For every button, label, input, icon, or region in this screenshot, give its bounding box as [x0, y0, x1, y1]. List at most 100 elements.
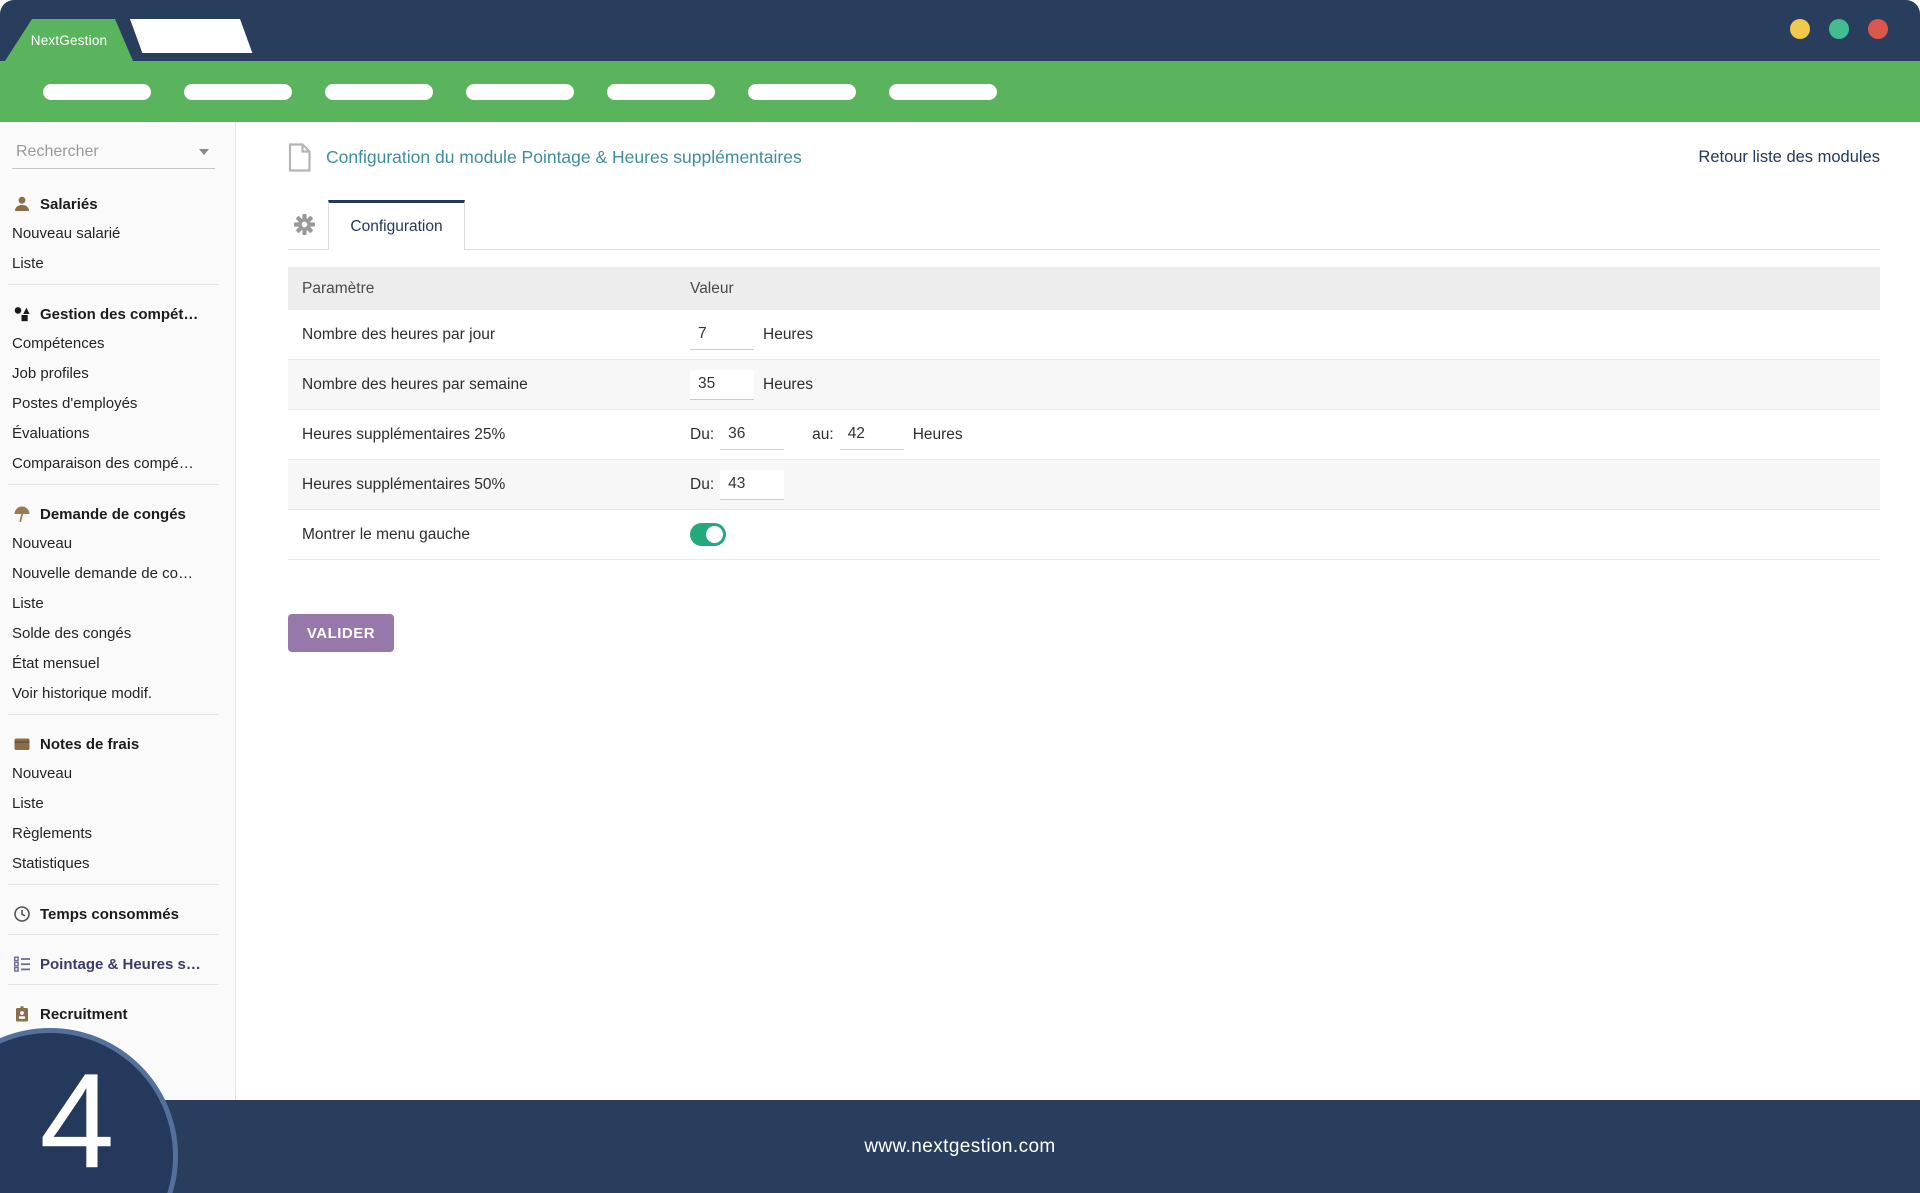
table-row: Nombre des heures par jour Heures: [288, 310, 1880, 360]
table-row: Montrer le menu gauche: [288, 510, 1880, 560]
tab-configuration[interactable]: Configuration: [328, 200, 465, 250]
clock-icon: [12, 905, 31, 924]
sidebar-item[interactable]: Liste: [12, 249, 235, 279]
sidebar-section-label: Recruitment: [40, 1005, 128, 1023]
sidebar-item[interactable]: Nouveau: [12, 759, 235, 789]
param-label: Nombre des heures par jour: [302, 325, 495, 343]
param-label: Heures supplémentaires 25%: [302, 425, 506, 443]
table-header: Paramètre Valeur: [288, 267, 1880, 310]
sidebar-item[interactable]: Statistiques: [12, 849, 235, 879]
menu-pill[interactable]: [184, 83, 292, 100]
sidebar-section-label: Demande de congés: [40, 505, 186, 523]
brand-logo[interactable]: NextGestion: [5, 19, 133, 61]
overtime50-from-input[interactable]: [720, 469, 785, 500]
page-number: 4: [39, 1045, 115, 1193]
toggle-knob: [706, 526, 723, 543]
menu-pill[interactable]: [325, 83, 433, 100]
sidebar-divider: [8, 934, 219, 935]
sidebar-item[interactable]: Postes d'employés: [12, 389, 235, 419]
sidebar-item[interactable]: Évaluations: [12, 419, 235, 449]
main-menubar: [0, 61, 1920, 122]
umbrella-icon: [12, 505, 31, 524]
column-header-parametre: Paramètre: [302, 279, 375, 297]
sidebar-section-label: Pointage & Heures s…: [40, 955, 201, 973]
chevron-down-icon: [199, 149, 209, 155]
window-dot-red[interactable]: [1868, 19, 1888, 39]
hours-per-week-input[interactable]: [690, 369, 754, 400]
sidebar-item[interactable]: Nouveau: [12, 529, 235, 559]
overtime25-from-input[interactable]: [720, 419, 785, 450]
menu-pill[interactable]: [748, 83, 856, 100]
window-dot-teal[interactable]: [1829, 19, 1849, 39]
person-icon: [12, 195, 31, 214]
sidebar-divider: [8, 284, 219, 285]
unit-label: Heures: [763, 375, 813, 393]
sidebar-section-recruitment[interactable]: Recruitment: [12, 999, 235, 1029]
gear-icon: [293, 213, 316, 236]
sidebar-item[interactable]: État mensuel: [12, 649, 235, 679]
sidebar-item[interactable]: Règlements: [12, 819, 235, 849]
sidebar-section-pointage[interactable]: Pointage & Heures s…: [12, 949, 235, 979]
valider-button[interactable]: VALIDER: [288, 614, 394, 652]
menu-pill[interactable]: [466, 83, 574, 100]
sidebar-divider: [8, 714, 219, 715]
sidebar-divider: [8, 884, 219, 885]
sidebar-item[interactable]: Solde des congés: [12, 619, 235, 649]
sidebar-section-label: Notes de frais: [40, 735, 140, 753]
top-navbar: NextGestion: [0, 0, 1920, 61]
wallet-icon: [12, 735, 31, 754]
sidebar-item[interactable]: Voir historique modif.: [12, 679, 235, 709]
unit-label: Heures: [763, 325, 813, 343]
sidebar-item[interactable]: Nouvelle demande de co…: [12, 559, 235, 589]
sidebar: Rechercher Salariés Nouveau salarié List…: [0, 122, 236, 1100]
menu-pill[interactable]: [43, 83, 151, 100]
sidebar-item[interactable]: Compétences: [12, 329, 235, 359]
overtime25-to-input[interactable]: [839, 419, 904, 450]
unit-label: Heures: [912, 425, 963, 443]
au-label: au:: [812, 425, 834, 443]
back-to-modules-link[interactable]: Retour liste des modules: [1698, 148, 1880, 167]
column-header-valeur: Valeur: [690, 279, 734, 297]
sidebar-item[interactable]: Liste: [12, 789, 235, 819]
footer-url: www.nextgestion.com: [864, 1135, 1056, 1157]
menu-pill[interactable]: [889, 83, 997, 100]
du-label: Du:: [690, 475, 715, 493]
table-row: Heures supplémentaires 25% Du: au: Heure…: [288, 410, 1880, 460]
sidebar-section-competences[interactable]: Gestion des compét…: [12, 299, 235, 329]
application-window: NextGestion Rechercher Salariés Nouveau …: [0, 0, 1920, 1193]
sidebar-item[interactable]: Nouveau salarié: [12, 219, 235, 249]
show-left-menu-toggle[interactable]: [690, 523, 726, 546]
sidebar-section-notes-frais[interactable]: Notes de frais: [12, 729, 235, 759]
menu-pill[interactable]: [607, 83, 715, 100]
sidebar-divider: [8, 484, 219, 485]
sidebar-section-salaries[interactable]: Salariés: [12, 189, 235, 219]
param-label: Nombre des heures par semaine: [302, 375, 528, 393]
search-input[interactable]: Rechercher: [12, 135, 215, 169]
sidebar-item[interactable]: Liste: [12, 589, 235, 619]
tab-bar: Configuration: [288, 200, 1880, 250]
sidebar-divider: [8, 984, 219, 985]
file-icon: [288, 143, 311, 172]
badge-icon: [12, 1005, 31, 1024]
sidebar-section-label: Gestion des compét…: [40, 305, 199, 323]
sidebar-section-label: Temps consommés: [40, 905, 179, 923]
sidebar-section-conges[interactable]: Demande de congés: [12, 499, 235, 529]
table-row: Nombre des heures par semaine Heures: [288, 360, 1880, 410]
sidebar-item[interactable]: Comparaison des compé…: [12, 449, 235, 479]
main-content: Configuration du module Pointage & Heure…: [236, 122, 1920, 1100]
sidebar-item[interactable]: Job profiles: [12, 359, 235, 389]
checklist-icon: [12, 955, 31, 974]
redacted-nav-block: [130, 19, 253, 53]
sidebar-section-temps[interactable]: Temps consommés: [12, 899, 235, 929]
shapes-icon: [12, 305, 31, 324]
window-dots: [1790, 19, 1888, 39]
window-dot-yellow[interactable]: [1790, 19, 1810, 39]
du-label: Du:: [690, 425, 715, 443]
table-row: Heures supplémentaires 50% Du:: [288, 460, 1880, 510]
param-label: Heures supplémentaires 50%: [302, 475, 506, 493]
sidebar-section-label: Salariés: [40, 195, 98, 213]
hours-per-day-input[interactable]: [690, 319, 754, 350]
page-title: Configuration du module Pointage & Heure…: [326, 147, 802, 167]
configuration-table: Paramètre Valeur Nombre des heures par j…: [288, 267, 1880, 560]
footer: www.nextgestion.com: [0, 1100, 1920, 1193]
